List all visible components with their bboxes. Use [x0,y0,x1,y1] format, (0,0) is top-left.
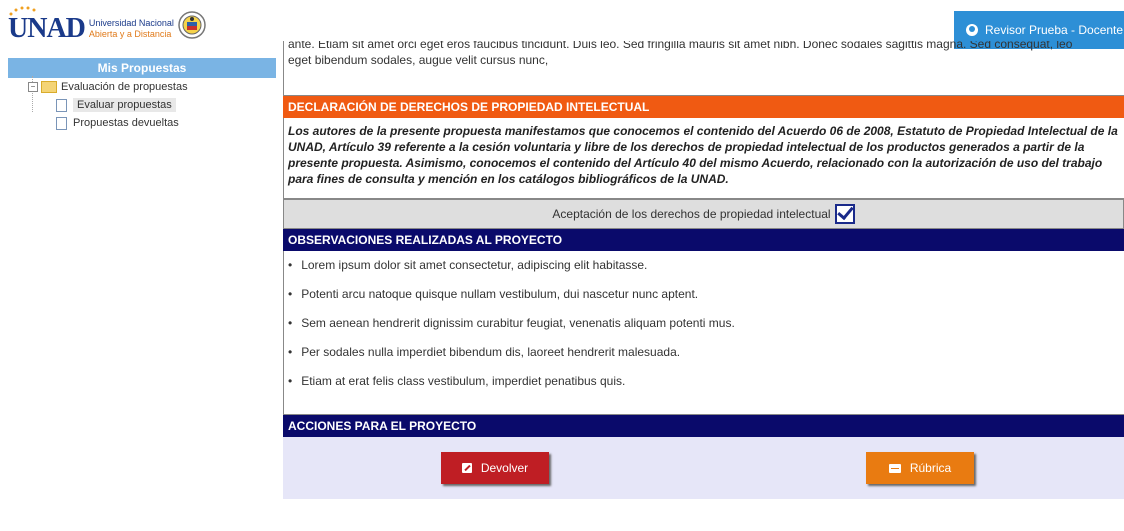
user-label: Revisor Prueba - Docente [985,23,1124,37]
rubric-card-icon [888,463,901,473]
intro-text-box: ante. Etiam sit amet orci eget eros fauc… [283,41,1124,96]
observation-item: Lorem ipsum dolor sit amet consectetur, … [288,255,1120,284]
folder-icon [41,81,57,93]
observations-list: Lorem ipsum dolor sit amet consectetur, … [288,255,1120,400]
university-line2: Abierta y a Distancia [88,29,172,39]
logo-text: Universidad Nacional Abierta y a Distanc… [89,18,174,40]
main-content: ante. Etiam sit amet orci eget eros fauc… [283,41,1124,499]
declaration-header: DECLARACIÓN DE DERECHOS DE PROPIEDAD INT… [283,96,1124,118]
intro-line2: eget bibendum sodales, augue velit cursu… [288,53,549,67]
page-icon [56,98,67,112]
tree-item-devueltas[interactable]: Propuestas devueltas [8,114,276,132]
accept-rights-row: Aceptación de los derechos de propiedad … [283,199,1124,229]
tree-folder-evaluacion[interactable]: − Evaluación de propuestas [8,78,276,96]
unad-logo[interactable]: UNAD Universidad Nacional Abierta y a Di… [8,6,174,46]
observations-list-box: Lorem ipsum dolor sit amet consectetur, … [283,251,1124,415]
rubric-button-label: Rúbrica [909,461,952,475]
accept-rights-checkbox[interactable] [834,204,855,224]
sidebar: Mis Propuestas − Evaluación de propuesta… [8,58,276,132]
tree-item-label: Evaluar propuestas [73,98,176,112]
logo-mark: UNAD [8,13,86,44]
accept-rights-label: Aceptación de los derechos de propiedad … [552,207,831,221]
intro-line1: ante. Etiam sit amet orci eget eros fauc… [288,41,1073,51]
return-button-label: Devolver [480,461,529,475]
actions-header: ACCIONES PARA EL PROYECTO [283,415,1124,437]
university-line1: Universidad Nacional [88,18,174,28]
return-button[interactable]: Devolver [441,452,549,484]
declaration-text: Los autores de la presente propuesta man… [283,118,1124,199]
observations-header: OBSERVACIONES REALIZADAS AL PROYECTO [283,229,1124,251]
tree-item-evaluar[interactable]: Evaluar propuestas [8,96,276,114]
proposal-tree: − Evaluación de propuestas Evaluar propu… [8,76,276,132]
tree-item-label: Propuestas devueltas [73,117,179,129]
observation-item: Per sodales nulla imperdiet bibendum dis… [288,342,1120,371]
sidebar-title: Mis Propuestas [8,58,276,78]
edit-icon [461,463,472,473]
user-circle-icon [966,24,978,36]
rubric-button[interactable]: Rúbrica [866,452,974,484]
observation-item: Potenti arcu natoque quisque nullam vest… [288,284,1120,313]
observation-item: Sem aenean hendrerit dignissim curabitur… [288,313,1120,342]
folder-label: Evaluación de propuestas [61,81,188,93]
page-icon [56,116,67,130]
observation-item: Etiam at erat felis class vestibulum, im… [288,371,1120,400]
colombia-seal-icon [178,11,206,39]
collapse-icon[interactable]: − [28,82,38,92]
actions-panel: Devolver Rúbrica [283,437,1124,499]
